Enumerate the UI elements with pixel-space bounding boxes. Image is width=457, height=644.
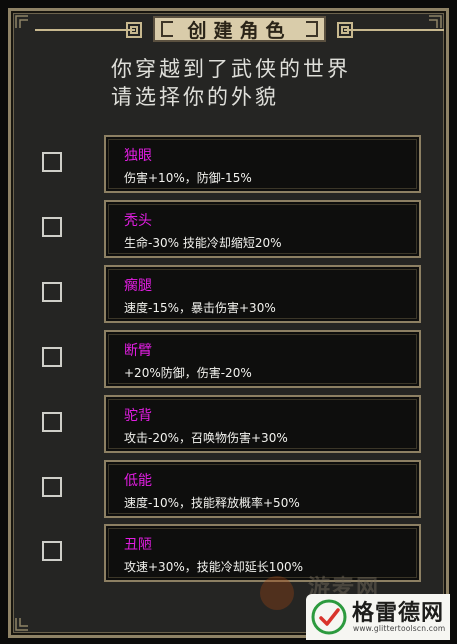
intro-text: 你穿越到了武侠的世界 请选择你的外貌 xyxy=(111,55,431,111)
title-plate: 创建角色 xyxy=(153,16,326,42)
watermark-brand: 格雷德网 xyxy=(352,600,445,626)
trait-checkbox[interactable] xyxy=(42,477,62,497)
intro-line-1: 你穿越到了武侠的世界 xyxy=(111,57,351,81)
trait-name: 断臂 xyxy=(124,343,152,359)
knot-ornament-right-icon xyxy=(337,22,353,38)
title-ornament-line-left xyxy=(35,29,135,31)
trait-row-bald: 秃头 生命-30% 技能冷却缩短20% xyxy=(11,200,452,258)
page-title: 创建角色 xyxy=(187,19,292,42)
trait-name: 独眼 xyxy=(124,148,152,164)
trait-name: 驼背 xyxy=(124,408,152,424)
trait-effect: 伤害+10%，防御-15% xyxy=(124,171,252,185)
watermark: 游麦网 格雷德网 www.glittertoolscn.com xyxy=(258,566,450,640)
trait-effect: +20%防御，伤害-20% xyxy=(124,366,252,380)
trait-row-one-eye: 独眼 伤害+10%，防御-15% xyxy=(11,135,452,193)
title-bar: 创建角色 xyxy=(35,15,444,45)
trait-checkbox[interactable] xyxy=(42,412,62,432)
trait-row-broken-arm: 断臂 +20%防御，伤害-20% xyxy=(11,330,452,388)
trait-row-hunchback: 驼背 攻击-20%，召唤物伤害+30% xyxy=(11,395,452,453)
trait-name: 瘸腿 xyxy=(124,278,152,294)
trait-card[interactable]: 瘸腿 速度-15%，暴击伤害+30% xyxy=(104,265,421,323)
trait-card[interactable]: 断臂 +20%防御，伤害-20% xyxy=(104,330,421,388)
trait-checkbox[interactable] xyxy=(42,217,62,237)
trait-checkbox[interactable] xyxy=(42,152,62,172)
trait-effect: 攻击-20%，召唤物伤害+30% xyxy=(124,431,288,445)
trait-card[interactable]: 低能 速度-10%，技能释放概率+50% xyxy=(104,460,421,518)
trait-checkbox[interactable] xyxy=(42,347,62,367)
character-creation-panel: 创建角色 你穿越到了武侠的世界 请选择你的外貌 独眼 伤害+10%，防御-15%… xyxy=(8,8,449,638)
trait-name: 丑陋 xyxy=(124,537,152,553)
trait-card[interactable]: 独眼 伤害+10%，防御-15% xyxy=(104,135,421,193)
title-cap-left xyxy=(161,21,173,37)
intro-line-2: 请选择你的外貌 xyxy=(111,85,279,109)
trait-row-lame: 瘸腿 速度-15%，暴击伤害+30% xyxy=(11,265,452,323)
trait-effect: 生命-30% 技能冷却缩短20% xyxy=(124,236,282,250)
trait-row-low-iq: 低能 速度-10%，技能释放概率+50% xyxy=(11,460,452,518)
corner-ornament-icon xyxy=(15,15,28,28)
watermark-ghost-logo-icon xyxy=(260,576,294,610)
trait-checkbox[interactable] xyxy=(42,541,62,561)
trait-effect: 速度-15%，暴击伤害+30% xyxy=(124,301,276,315)
watermark-url: www.glittertoolscn.com xyxy=(353,624,446,633)
trait-name: 低能 xyxy=(124,473,152,489)
leaf-check-icon xyxy=(311,599,347,635)
knot-ornament-left-icon xyxy=(126,22,142,38)
trait-card[interactable]: 驼背 攻击-20%，召唤物伤害+30% xyxy=(104,395,421,453)
watermark-badge: 格雷德网 www.glittertoolscn.com xyxy=(306,594,450,640)
corner-ornament-icon xyxy=(15,618,28,631)
title-cap-right xyxy=(306,21,318,37)
corner-ornament-icon xyxy=(429,15,442,28)
trait-name: 秃头 xyxy=(124,213,152,229)
trait-effect: 速度-10%，技能释放概率+50% xyxy=(124,496,300,510)
title-ornament-line-right xyxy=(344,29,444,31)
trait-checkbox[interactable] xyxy=(42,282,62,302)
trait-card[interactable]: 秃头 生命-30% 技能冷却缩短20% xyxy=(104,200,421,258)
